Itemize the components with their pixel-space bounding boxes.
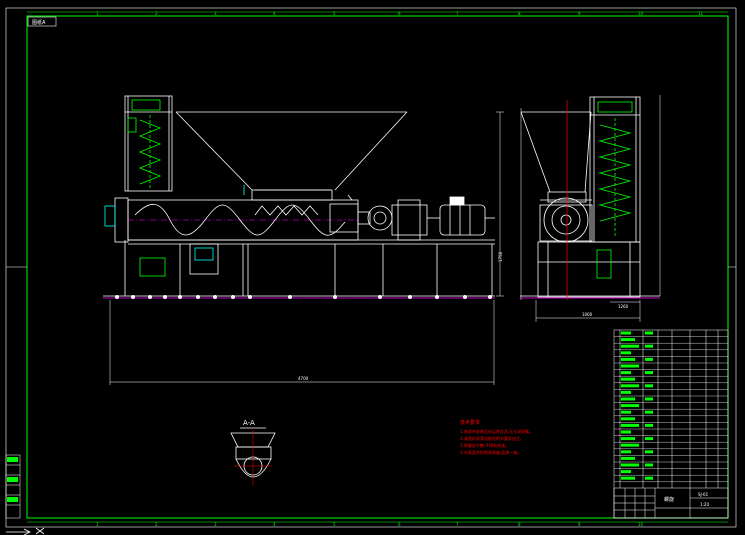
- notes-line-4: 4.外表面涂防锈漆两遍,面漆一遍。: [460, 449, 521, 455]
- title-block-scale: 1:20: [700, 502, 709, 507]
- parts-row-entry: [621, 357, 635, 361]
- parts-row-entry: [621, 390, 631, 394]
- parts-row-entry: [621, 351, 631, 355]
- ruler-top-11: 11: [698, 11, 704, 16]
- side-width-dimension: 1060: [582, 312, 593, 317]
- notes-line-2: 2.减速机润滑油按说明书要求加注。: [460, 435, 524, 441]
- parts-row-entry-qty: [645, 423, 653, 427]
- parts-row-entry: [621, 430, 631, 434]
- parts-row-entry: [621, 364, 639, 368]
- parts-row-entry: [621, 423, 639, 427]
- cad-drawing-canvas: 图纸A 1 2 3 4 5 6 7 8 9 10 11 1 2 3 4 5 6 …: [0, 0, 745, 535]
- parts-row-entry: [621, 417, 635, 421]
- title-block-title: 螺旋: [664, 496, 674, 503]
- overall-length-dimension: 4700: [298, 376, 309, 381]
- side-base-dimension: 1260: [618, 304, 629, 309]
- parts-row-entry-qty: [645, 476, 653, 480]
- corner-tag-text: 图纸A: [32, 19, 46, 26]
- parts-row-entry: [621, 344, 639, 348]
- canvas-background: [0, 0, 745, 535]
- parts-row-entry-qty: [645, 344, 653, 348]
- parts-row-entry: [621, 371, 631, 375]
- parts-row-entry: [621, 456, 635, 460]
- parts-row-entry-qty: [645, 357, 653, 361]
- parts-row-entry-qty: [645, 437, 653, 441]
- notes-line-3: 3.焊缝应平整,不得有夹渣。: [460, 442, 509, 448]
- parts-row-entry: [621, 450, 631, 454]
- ruler-bottom-10: 10: [638, 522, 644, 527]
- parts-row-entry-qty: [645, 397, 653, 401]
- parts-row-entry-qty: [645, 371, 653, 375]
- parts-row-entry-qty: [645, 463, 653, 467]
- parts-row-entry: [621, 404, 639, 408]
- parts-row-entry: [621, 476, 635, 480]
- parts-row-entry-qty: [645, 331, 653, 335]
- parts-row-entry: [621, 410, 631, 414]
- section-label: A-A: [243, 419, 255, 427]
- notes-title: 技术要求: [460, 419, 480, 426]
- parts-row-entry: [621, 331, 631, 335]
- parts-row-entry-qty: [645, 450, 653, 454]
- notes-line-1: 1.各部件安装后应运转灵活,无卡滞现象。: [460, 428, 533, 434]
- parts-row-entry: [621, 397, 635, 401]
- parts-row-entry: [621, 437, 635, 441]
- parts-row-entry: [621, 443, 639, 447]
- parts-row-entry: [621, 384, 639, 388]
- parts-row-entry: [621, 338, 635, 342]
- title-block-code: SJ-01: [698, 492, 709, 497]
- overall-height-dimension: 1750: [498, 251, 503, 262]
- ruler-top-10: 10: [638, 11, 644, 16]
- parts-row-entry: [621, 377, 635, 381]
- parts-row-entry-qty: [645, 384, 653, 388]
- parts-row-entry: [621, 470, 631, 474]
- parts-row-entry: [621, 463, 639, 467]
- parts-row-entry-qty: [645, 410, 653, 414]
